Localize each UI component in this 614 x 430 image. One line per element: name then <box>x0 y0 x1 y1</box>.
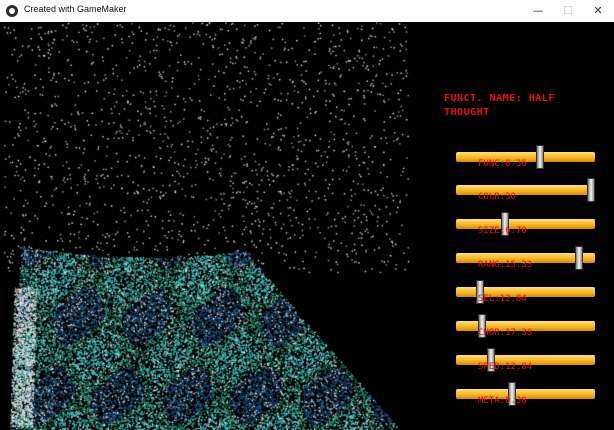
gamemaker-app-icon <box>6 5 18 17</box>
particle-simulation <box>0 22 420 430</box>
slider[interactable]: CHOR:17.38 <box>456 314 595 338</box>
slider-thumb[interactable] <box>587 178 595 202</box>
game-canvas[interactable]: FUNCT. NAME: HALF THOUGHT FUNC:0.36 COLR:… <box>0 22 614 430</box>
function-name-label: FUNCT. NAME: HALF THOUGHT <box>444 93 555 118</box>
slider[interactable]: RANG:15.33 <box>456 246 595 270</box>
slider-label: SPED:12.84 <box>478 362 533 372</box>
slider-label: RANG:15.33 <box>478 260 533 270</box>
slider-thumb[interactable] <box>575 246 583 270</box>
slider[interactable]: META:0.38 <box>456 382 595 406</box>
slider-label: META:0.38 <box>478 396 527 406</box>
window-title: Created with GameMaker <box>24 4 127 14</box>
slider-label: COLR:30 <box>478 192 516 202</box>
slider[interactable]: COLR:30 <box>456 178 595 202</box>
slider-label: SIZE:6.70 <box>478 226 527 236</box>
slider-label: FUNC:0.36 <box>478 159 527 169</box>
slider-track[interactable] <box>456 185 595 195</box>
slider[interactable]: SEL:12.84 <box>456 280 595 304</box>
slider-label: CHOR:17.38 <box>478 328 533 338</box>
slider[interactable]: FUNC:0.36 <box>456 145 595 169</box>
window-titlebar[interactable]: Created with GameMaker — ☐ ✕ <box>0 0 614 23</box>
slider[interactable]: SPED:12.84 <box>456 348 595 372</box>
slider-label: SEL:12.84 <box>478 294 527 304</box>
close-button[interactable]: ✕ <box>580 0 614 22</box>
slider-thumb[interactable] <box>536 145 544 169</box>
slider[interactable]: SIZE:6.70 <box>456 212 595 236</box>
